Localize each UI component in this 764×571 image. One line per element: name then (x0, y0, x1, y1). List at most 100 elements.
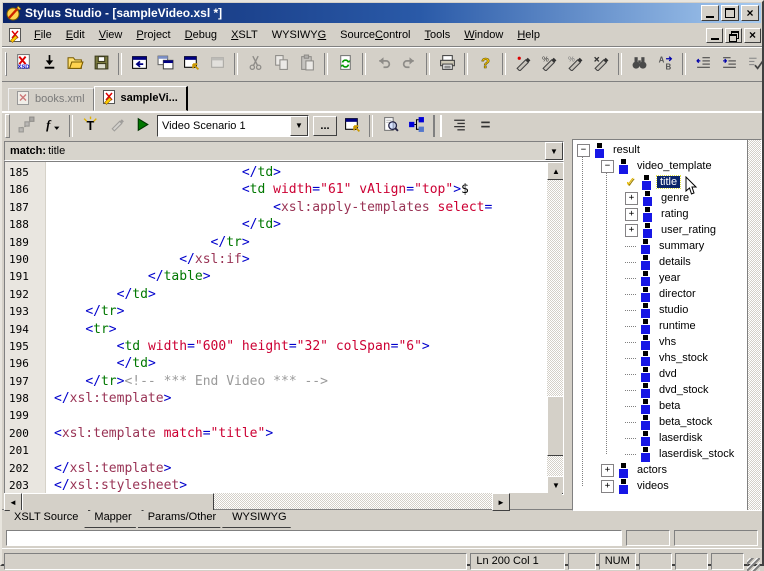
menu-edit[interactable]: Edit (59, 26, 92, 44)
view-tab-params-other[interactable]: Params/Other (138, 510, 226, 528)
toolbar-button-knife[interactable] (104, 114, 128, 138)
toolbar-button-validate-check[interactable] (743, 52, 764, 76)
expand-icon[interactable]: + (601, 480, 614, 493)
tree-node-beta_stock[interactable]: beta_stock (573, 414, 747, 430)
tree-node-label[interactable]: details (656, 256, 694, 268)
menu-debug[interactable]: Debug (178, 26, 224, 44)
tree-node-videos[interactable]: + videos (573, 478, 747, 494)
tree-node-label[interactable]: laserdisk_stock (656, 448, 737, 460)
mdi-close-button[interactable]: × (744, 28, 761, 43)
toolbar-button-stylus-stop[interactable] (589, 52, 613, 76)
toolbar-grip[interactable] (5, 114, 10, 138)
tree-node-dvd[interactable]: dvd (573, 366, 747, 382)
scroll-right-button[interactable]: ► (492, 493, 510, 511)
toolbar-button-window-grey[interactable] (205, 52, 229, 76)
expand-icon[interactable]: + (601, 464, 614, 477)
toolbar-button-mapper-blocks[interactable] (404, 114, 428, 138)
code-editor[interactable]: 1851861871881891901911921931941951961971… (4, 161, 564, 495)
tree-node-genre[interactable]: +genre (573, 190, 747, 206)
minimize-button[interactable] (701, 5, 719, 21)
toolbar-button-xsd-document[interactable]: XSD (11, 52, 35, 76)
horizontal-scroll-track[interactable] (22, 493, 492, 509)
scroll-left-button[interactable]: ◄ (4, 493, 22, 511)
browse-scenarios-button[interactable]: ... (313, 116, 337, 136)
toolbar-button-stylus-percent2[interactable]: % (563, 52, 587, 76)
code-text[interactable]: </td> <td width="61" vAlign="top">$ <xsl… (46, 162, 547, 494)
expand-icon[interactable]: + (625, 192, 638, 205)
collapse-icon[interactable]: − (601, 160, 614, 173)
toolbar-button-outdent-lines[interactable] (691, 52, 715, 76)
tree-node-beta[interactable]: beta (573, 398, 747, 414)
tree-node-label[interactable]: beta (656, 400, 683, 412)
mdi-restore-button[interactable] (725, 28, 742, 43)
menu-xslt[interactable]: XSLT (224, 26, 265, 44)
tree-scrollbar[interactable] (747, 140, 761, 510)
tree-node-label[interactable]: videos (634, 480, 672, 492)
toolbar-button-help[interactable]: ? (473, 52, 497, 76)
tree-node-label[interactable]: year (656, 272, 683, 284)
tree-node-label[interactable]: dvd (656, 368, 680, 380)
toolbar-button-window-pair[interactable] (153, 52, 177, 76)
expand-icon[interactable]: + (625, 224, 638, 237)
tree-node-label[interactable]: beta_stock (656, 416, 715, 428)
menu-tools[interactable]: Tools (418, 26, 458, 44)
tree-node-label[interactable]: result (610, 144, 643, 156)
editor-vertical-scrollbar[interactable]: ▲ ▼ (547, 162, 563, 494)
tree-node-label[interactable]: runtime (656, 320, 699, 332)
toolbar-button-paste[interactable] (295, 52, 319, 76)
maximize-button[interactable] (721, 5, 739, 21)
toolbar-button-import-arrow[interactable] (37, 52, 61, 76)
document-menu-icon[interactable] (7, 27, 23, 43)
toolbar-button-open-folder[interactable] (63, 52, 87, 76)
tree-node-user_rating[interactable]: + user_rating (573, 222, 747, 238)
toolbar-button-equals-lines[interactable] (473, 114, 497, 138)
tree-node-studio[interactable]: studio (573, 302, 747, 318)
toolbar-button-copy[interactable] (269, 52, 293, 76)
tree-node-label[interactable]: summary (656, 240, 707, 252)
tree-node-summary[interactable]: summary (573, 238, 747, 254)
view-tab-wysiwyg[interactable]: WYSIWYG (222, 510, 296, 528)
toolbar-button-redo[interactable] (397, 52, 421, 76)
document-tab-samplevi-[interactable]: sampleVi... (94, 86, 188, 111)
tree-node-title[interactable]: ✓title (573, 174, 747, 190)
tree-node-director[interactable]: director (573, 286, 747, 302)
toolbar-button-replace-ab[interactable]: AB (653, 52, 677, 76)
tree-node-vhs_stock[interactable]: vhs_stock (573, 350, 747, 366)
tree-node-vhs[interactable]: vhs (573, 334, 747, 350)
tree-node-laserdisk_stock[interactable]: laserdisk_stock (573, 446, 747, 462)
toolbar-button-stylus-run[interactable] (511, 52, 535, 76)
editor-horizontal-scrollbar[interactable]: ◄ ► (4, 493, 562, 509)
close-button[interactable]: × (741, 5, 759, 21)
mdi-minimize-button[interactable] (706, 28, 723, 43)
tree-node-label[interactable]: vhs (656, 336, 679, 348)
tree-node-label[interactable]: rating (658, 208, 692, 220)
toolbar-button-refresh-document[interactable] (333, 52, 357, 76)
tree-node-dvd_stock[interactable]: dvd_stock (573, 382, 747, 398)
menu-view[interactable]: View (92, 26, 130, 44)
tree-node-details[interactable]: details (573, 254, 747, 270)
toolbar-button-align-lines[interactable] (447, 114, 471, 138)
toolbar-button-indent-lines[interactable] (717, 52, 741, 76)
tree-node-laserdisk[interactable]: laserdisk (573, 430, 747, 446)
toolbar-button-window-insert[interactable] (179, 52, 203, 76)
horizontal-scroll-thumb[interactable] (22, 493, 214, 511)
tree-node-label[interactable]: studio (656, 304, 691, 316)
tree-node-label[interactable]: vhs_stock (656, 352, 711, 364)
tree-node-actors[interactable]: +actors (573, 462, 747, 478)
tree-node-result[interactable]: − result (573, 142, 747, 158)
tree-node-runtime[interactable]: runtime (573, 318, 747, 334)
toolbar-button-function-menu[interactable]: f (40, 114, 64, 138)
menu-help[interactable]: Help (510, 26, 547, 44)
toolbar-button-save[interactable] (89, 52, 113, 76)
toolbar-button-find-binoculars[interactable] (627, 52, 651, 76)
document-tab-books-xml[interactable]: books.xml (8, 88, 94, 111)
toolbar-button-undo[interactable] (371, 52, 395, 76)
tree-node-label[interactable]: user_rating (658, 224, 719, 236)
toolbar-button-preview-result[interactable] (378, 114, 402, 138)
vertical-scroll-thumb[interactable] (547, 396, 564, 456)
tree-node-label[interactable]: video_template (634, 160, 715, 172)
collapse-icon[interactable]: − (577, 144, 590, 157)
vertical-scroll-track[interactable] (547, 180, 563, 476)
tree-node-rating[interactable]: +rating (573, 206, 747, 222)
toolbar-button-text-highlight[interactable]: T (78, 114, 102, 138)
